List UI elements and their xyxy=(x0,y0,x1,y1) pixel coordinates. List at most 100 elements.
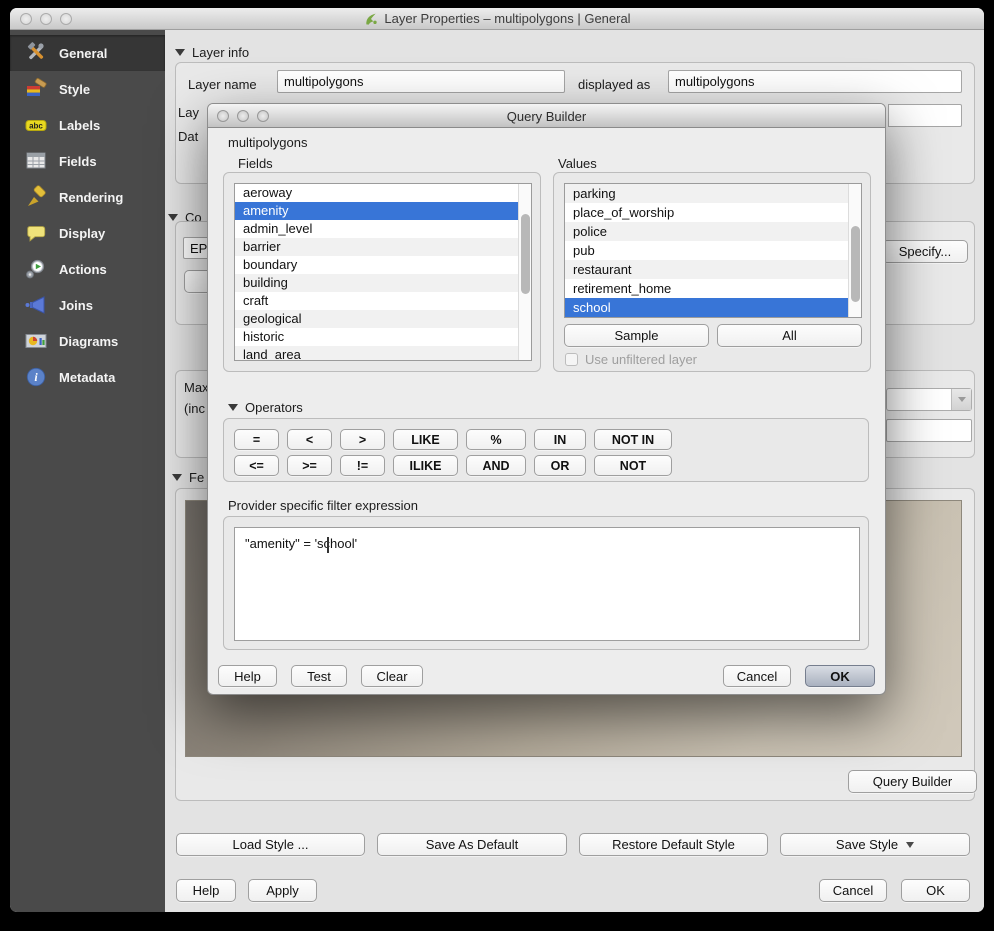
expression-textarea[interactable]: "amenity" = 'school' xyxy=(234,527,860,641)
displayed-as-input[interactable]: multipolygons xyxy=(668,70,962,93)
fields-label: Fields xyxy=(238,156,273,171)
sidebar-item-label: Diagrams xyxy=(59,334,118,349)
layer-info-header[interactable]: Layer info xyxy=(175,45,249,60)
sidebar-item-metadata[interactable]: i Metadata xyxy=(10,359,165,395)
apply-button[interactable]: Apply xyxy=(248,879,317,902)
field-list-item[interactable]: historic xyxy=(235,328,531,346)
expression-label: Provider specific filter expression xyxy=(228,498,418,513)
sidebar-item-display[interactable]: Display xyxy=(10,215,165,251)
query-builder-dialog: Query Builder multipolygons Fields Value… xyxy=(207,103,886,695)
help-button[interactable]: Help xyxy=(176,879,236,902)
value-list-item[interactable]: restaurant xyxy=(565,260,861,279)
query-builder-button[interactable]: Query Builder xyxy=(848,770,977,793)
close-button[interactable] xyxy=(217,110,229,122)
disclosure-triangle-icon xyxy=(175,49,185,56)
feature-subset-header-fragment[interactable]: Fe xyxy=(172,470,204,485)
operator-button[interactable]: LIKE xyxy=(393,429,458,450)
sidebar-item-labels[interactable]: abc Labels xyxy=(10,107,165,143)
dialog-title: Query Builder xyxy=(208,104,885,128)
layer-name-input[interactable]: multipolygons xyxy=(277,70,565,93)
zoom-button[interactable] xyxy=(60,13,72,25)
gear-play-icon xyxy=(23,256,49,282)
cancel-button[interactable]: Cancel xyxy=(819,879,887,902)
sidebar-item-actions[interactable]: Actions xyxy=(10,251,165,287)
operator-button[interactable]: NOT xyxy=(594,455,672,476)
value-list-item[interactable]: pub xyxy=(565,241,861,260)
sidebar-item-style[interactable]: Style xyxy=(10,71,165,107)
datasource-label-fragment: Dat xyxy=(178,129,198,144)
zoom-button[interactable] xyxy=(257,110,269,122)
value-list-item[interactable]: parking xyxy=(565,184,861,203)
sidebar-item-rendering[interactable]: Rendering xyxy=(10,179,165,215)
values-list: parkingplace_of_worshippolicepubrestaura… xyxy=(564,183,862,318)
sidebar-item-label: Rendering xyxy=(59,190,123,205)
field-list-item[interactable]: boundary xyxy=(235,256,531,274)
operator-button[interactable]: <= xyxy=(234,455,279,476)
sidebar-item-joins[interactable]: Joins xyxy=(10,287,165,323)
load-style-button[interactable]: Load Style ... xyxy=(176,833,365,856)
operator-button[interactable]: NOT IN xyxy=(594,429,672,450)
paintbrush-icon xyxy=(23,76,49,102)
close-button[interactable] xyxy=(20,13,32,25)
qb-ok-button[interactable]: OK xyxy=(805,665,875,687)
sidebar-item-label: Actions xyxy=(59,262,107,277)
scrollbar-thumb[interactable] xyxy=(521,214,530,294)
value-list-item[interactable]: retirement_home xyxy=(565,279,861,298)
field-list-item[interactable]: land_area xyxy=(235,346,531,361)
sidebar-item-diagrams[interactable]: Diagrams xyxy=(10,323,165,359)
value-list-item[interactable]: place_of_worship xyxy=(565,203,861,222)
sample-button[interactable]: Sample xyxy=(564,324,709,347)
sidebar-item-general[interactable]: General xyxy=(10,35,165,71)
all-button[interactable]: All xyxy=(717,324,862,347)
fields-list: aerowayamenityadmin_levelbarrierboundary… xyxy=(234,183,532,361)
layer-source-input-fragment[interactable] xyxy=(888,104,962,127)
ok-button[interactable]: OK xyxy=(901,879,970,902)
operator-button[interactable]: != xyxy=(340,455,385,476)
operators-header[interactable]: Operators xyxy=(228,400,303,415)
qb-help-button[interactable]: Help xyxy=(218,665,277,687)
disclosure-triangle-icon xyxy=(168,214,178,221)
qb-clear-button[interactable]: Clear xyxy=(361,665,423,687)
sidebar: General Style abc Labels xyxy=(10,30,165,912)
minimize-button[interactable] xyxy=(40,13,52,25)
field-list-item[interactable]: building xyxy=(235,274,531,292)
qb-cancel-button[interactable]: Cancel xyxy=(723,665,791,687)
scale-input-fragment[interactable] xyxy=(886,419,972,442)
operator-button[interactable]: % xyxy=(466,429,526,450)
save-as-default-button[interactable]: Save As Default xyxy=(377,833,567,856)
minimize-button[interactable] xyxy=(237,110,249,122)
operators-row-2: <= >= != ILIKE AND OR NOT xyxy=(234,455,672,476)
use-unfiltered-label: Use unfiltered layer xyxy=(585,352,697,367)
sidebar-item-fields[interactable]: Fields xyxy=(10,143,165,179)
values-group: parkingplace_of_worshippolicepubrestaura… xyxy=(553,172,871,372)
scrollbar-thumb[interactable] xyxy=(851,226,860,302)
field-list-item[interactable]: admin_level xyxy=(235,220,531,238)
scale-combobox-fragment[interactable] xyxy=(886,388,972,411)
operator-button[interactable]: AND xyxy=(466,455,526,476)
operator-button[interactable]: IN xyxy=(534,429,586,450)
svg-text:abc: abc xyxy=(29,121,43,130)
max-scale-label-fragment: Max xyxy=(184,380,209,395)
field-list-item[interactable]: geological xyxy=(235,310,531,328)
use-unfiltered-layer-row: Use unfiltered layer xyxy=(565,352,697,367)
field-list-item[interactable]: craft xyxy=(235,292,531,310)
field-list-item[interactable]: barrier xyxy=(235,238,531,256)
operator-button[interactable]: ILIKE xyxy=(393,455,458,476)
field-list-item[interactable]: aeroway xyxy=(235,184,531,202)
field-list-item[interactable]: amenity xyxy=(235,202,531,220)
window-title: Layer Properties – multipolygons | Gener… xyxy=(10,11,984,27)
operator-button[interactable]: > xyxy=(340,429,385,450)
operator-button[interactable]: >= xyxy=(287,455,332,476)
restore-default-style-button[interactable]: Restore Default Style xyxy=(579,833,768,856)
value-list-item[interactable]: school xyxy=(565,298,861,317)
layer-source-label-fragment: Lay xyxy=(178,105,199,120)
operators-group: = < > LIKE% IN NOT IN <= >= != ILIKE AND OR NOT xyxy=(223,418,869,482)
operator-button[interactable]: OR xyxy=(534,455,586,476)
operator-button[interactable]: = xyxy=(234,429,279,450)
qb-test-button[interactable]: Test xyxy=(291,665,347,687)
save-style-button[interactable]: Save Style xyxy=(780,833,970,856)
value-list-item[interactable]: police xyxy=(565,222,861,241)
specify-button[interactable]: Specify... xyxy=(882,240,968,263)
operator-button[interactable]: < xyxy=(287,429,332,450)
chevron-down-icon xyxy=(906,842,914,848)
